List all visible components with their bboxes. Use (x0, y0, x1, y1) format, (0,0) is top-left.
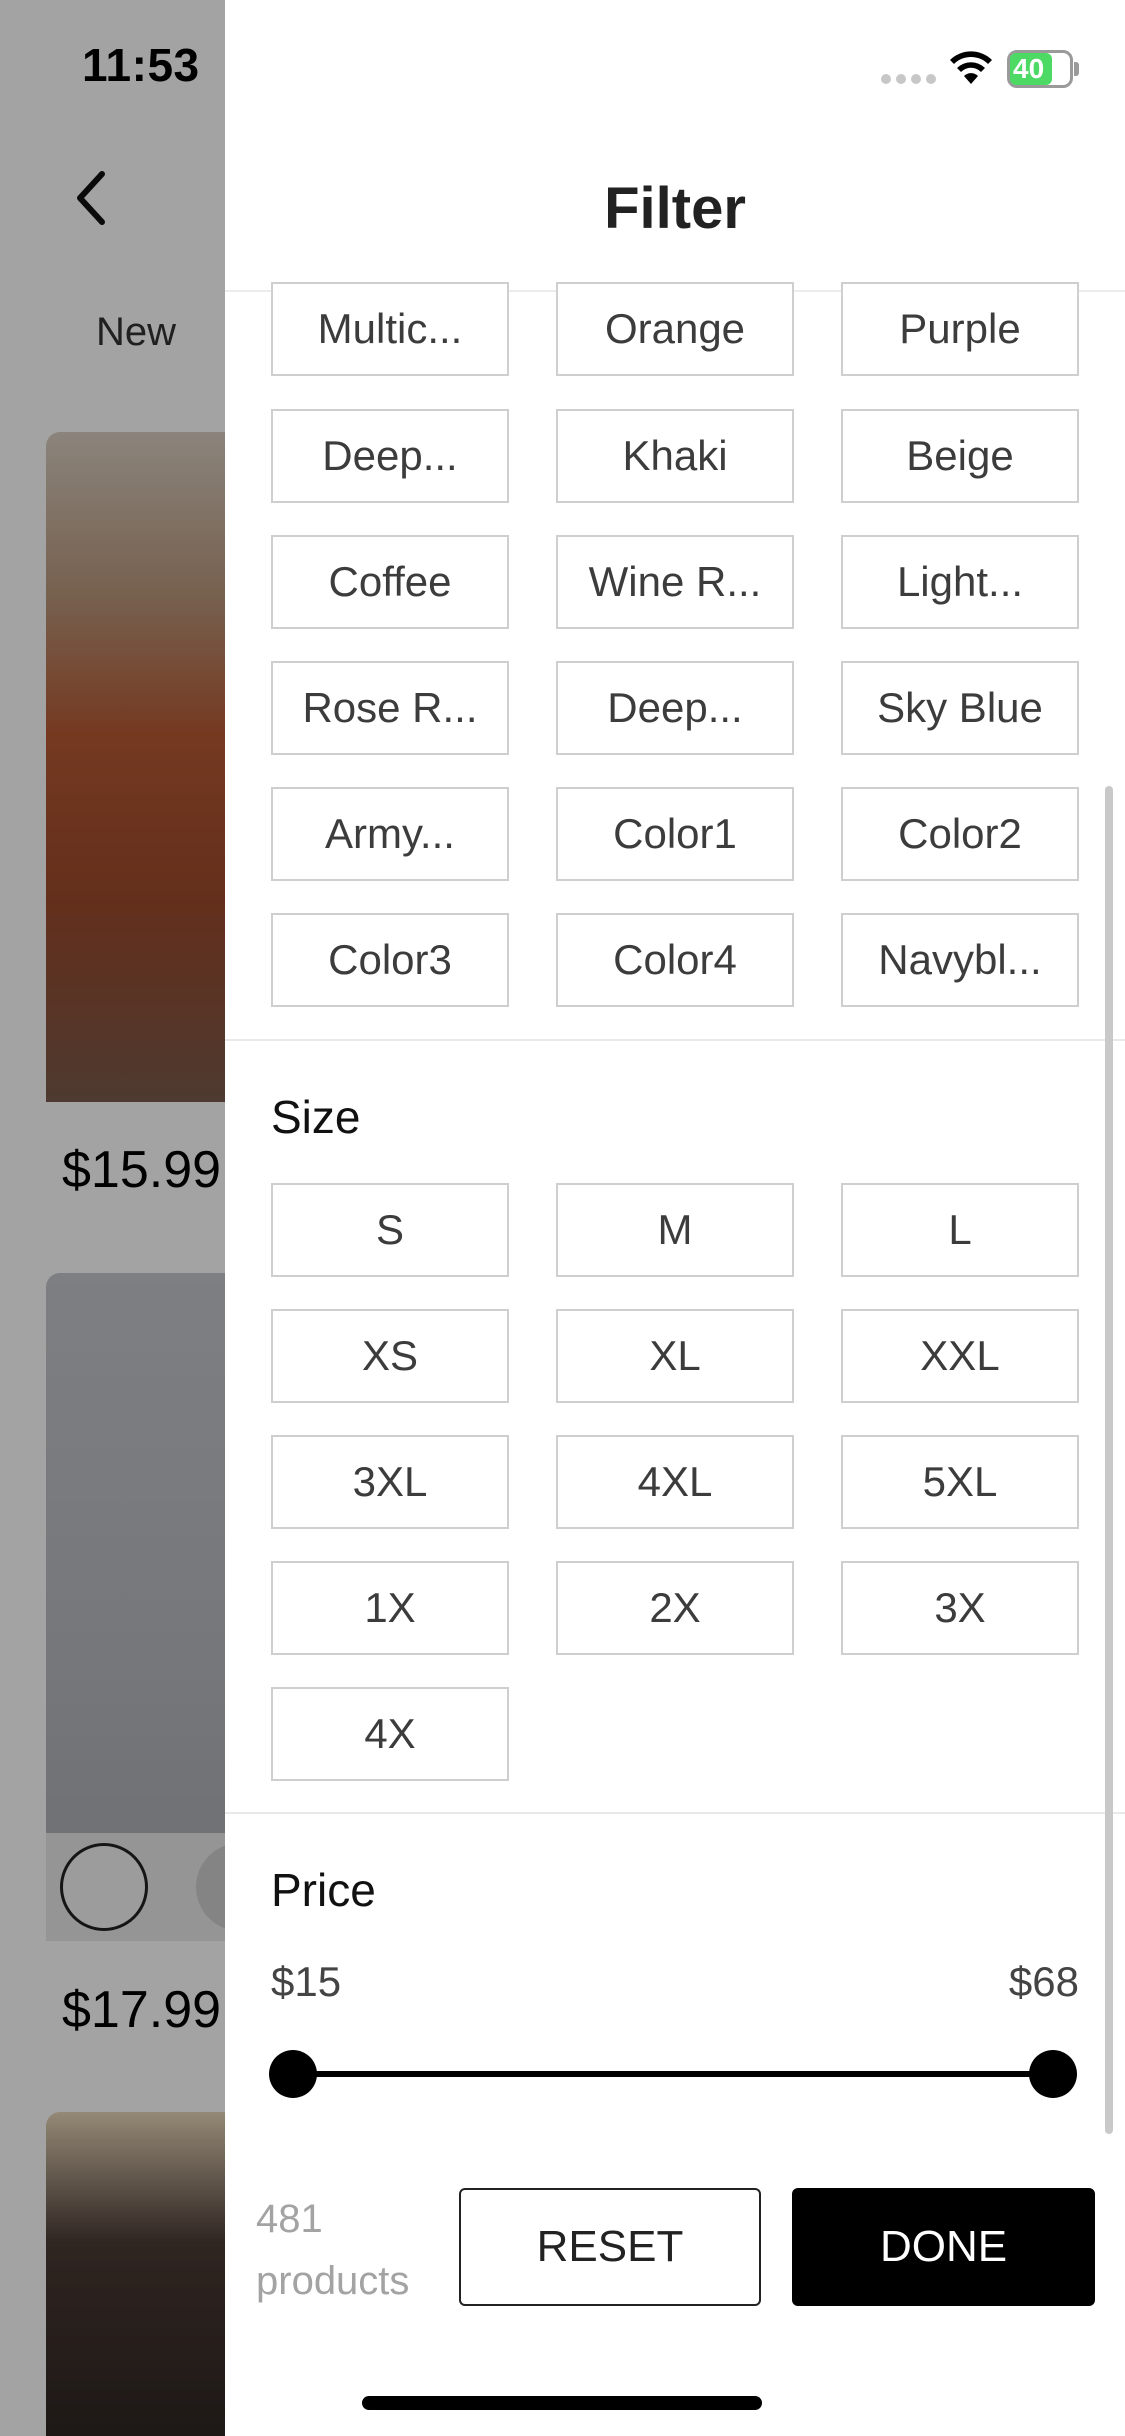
size-chip[interactable]: 4XL (556, 1435, 794, 1529)
color-chip[interactable]: Wine R... (556, 535, 794, 629)
section-divider (225, 1812, 1125, 1814)
color-chip[interactable]: Navybl... (841, 913, 1079, 1007)
size-chip[interactable]: L (841, 1183, 1079, 1277)
battery-charging-icon: 40 (1007, 50, 1079, 88)
size-chip[interactable]: M (556, 1183, 794, 1277)
color-chip[interactable]: Deep... (271, 409, 509, 503)
size-chip[interactable]: 3XL (271, 1435, 509, 1529)
section-divider (225, 1039, 1125, 1041)
size-chip[interactable]: 4X (271, 1687, 509, 1781)
size-chip[interactable]: XS (271, 1309, 509, 1403)
color-chip[interactable]: Color1 (556, 787, 794, 881)
home-indicator (362, 2396, 762, 2410)
color-chip[interactable]: Multic... (271, 282, 509, 376)
color-chip[interactable]: Coffee (271, 535, 509, 629)
done-button[interactable]: DONE (792, 2188, 1095, 2306)
wifi-icon (950, 51, 992, 84)
size-chip[interactable]: 3X (841, 1561, 1079, 1655)
status-icons: 40 (225, 44, 1125, 94)
product-count: 481 products (256, 2197, 410, 2303)
color-chip[interactable]: Rose R... (271, 661, 509, 755)
size-chip[interactable]: 5XL (841, 1435, 1079, 1529)
color-chip[interactable]: Khaki (556, 409, 794, 503)
color-chip[interactable]: Orange (556, 282, 794, 376)
price-max-value: $68 (1008, 1958, 1079, 2005)
price-min-value: $15 (271, 1958, 342, 2005)
scrollbar[interactable] (1105, 786, 1113, 2134)
price-slider-max-handle[interactable] (1029, 2050, 1077, 2098)
color-chip[interactable]: Deep... (556, 661, 794, 755)
color-chip[interactable]: Purple (841, 282, 1079, 376)
size-chip[interactable]: S (271, 1183, 509, 1277)
size-section-title: Size (271, 1091, 361, 1143)
price-slider-min-handle[interactable] (269, 2050, 317, 2098)
color-chip[interactable]: Beige (841, 409, 1079, 503)
filter-drawer: 40 Filter Multic... Orange Purple Deep..… (225, 0, 1125, 2436)
size-chip[interactable]: XL (556, 1309, 794, 1403)
color-chip[interactable]: Light... (841, 535, 1079, 629)
color-chip[interactable]: Color4 (556, 913, 794, 1007)
battery-level: 40 (1013, 53, 1045, 84)
color-chip[interactable]: Sky Blue (841, 661, 1079, 755)
reset-button[interactable]: RESET (459, 2188, 761, 2306)
size-chip[interactable]: XXL (841, 1309, 1079, 1403)
price-range-slider[interactable] (293, 2071, 1053, 2077)
color-chip[interactable]: Color3 (271, 913, 509, 1007)
page-title: Filter (604, 176, 746, 241)
color-chip[interactable]: Army... (271, 787, 509, 881)
size-chip[interactable]: 1X (271, 1561, 509, 1655)
price-section-title: Price (271, 1864, 376, 1916)
size-chip[interactable]: 2X (556, 1561, 794, 1655)
color-chip[interactable]: Color2 (841, 787, 1079, 881)
cellular-signal-icon (881, 74, 937, 86)
